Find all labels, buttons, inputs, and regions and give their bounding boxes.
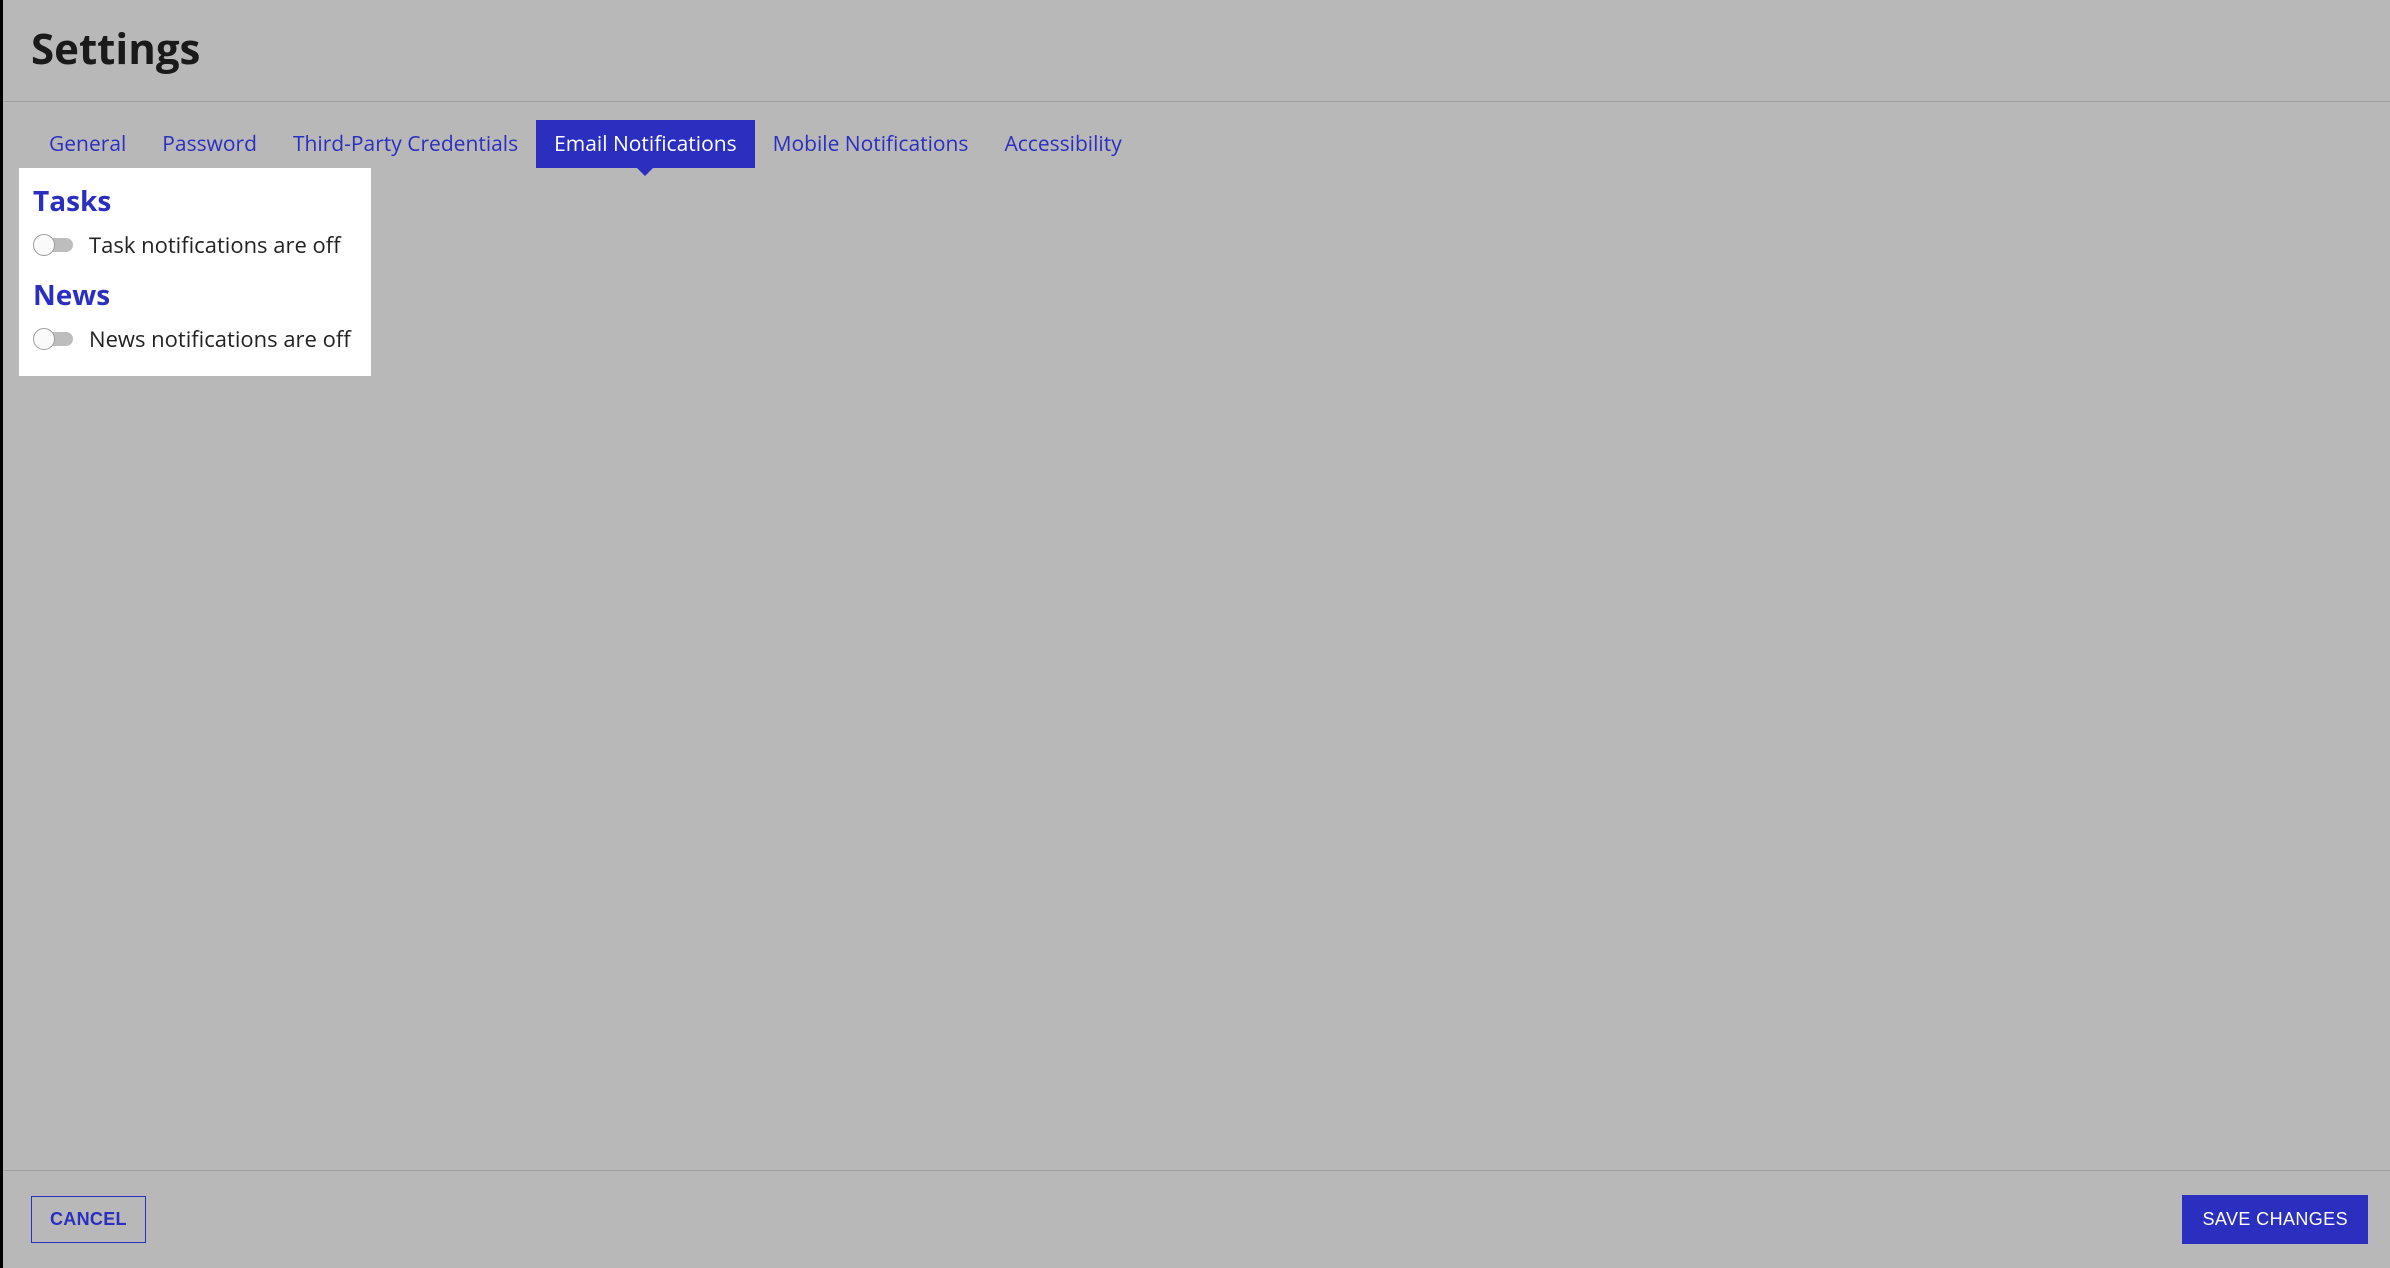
tasks-toggle-label: Task notifications are off <box>89 230 341 260</box>
tab-general[interactable]: General <box>31 120 144 168</box>
notifications-panel: Tasks Task notifications are off News <box>19 168 371 376</box>
section-heading-news: News <box>33 276 351 314</box>
footer-bar: CANCEL SAVE CHANGES <box>3 1170 2390 1268</box>
tab-accessibility[interactable]: Accessibility <box>986 120 1139 168</box>
toggle-row-tasks: Task notifications are off <box>33 230 351 260</box>
section-tasks: Tasks Task notifications are off <box>33 182 351 260</box>
news-toggle[interactable] <box>33 328 77 350</box>
settings-page: Settings General Password Third-Party Cr… <box>0 0 2390 1268</box>
section-news: News News notifications are off <box>33 276 351 354</box>
tab-third-party-credentials[interactable]: Third-Party Credentials <box>275 120 536 168</box>
toggle-row-news: News notifications are off <box>33 324 351 354</box>
toggle-knob-icon <box>33 328 55 350</box>
save-changes-button[interactable]: SAVE CHANGES <box>2182 1195 2368 1244</box>
toggle-knob-icon <box>33 234 55 256</box>
page-title: Settings <box>31 20 2362 77</box>
tab-email-notifications[interactable]: Email Notifications <box>536 120 754 168</box>
tasks-toggle[interactable] <box>33 234 77 256</box>
tabs-bar: General Password Third-Party Credentials… <box>3 120 2390 168</box>
content-area: Tasks Task notifications are off News <box>3 168 2390 1170</box>
tab-password[interactable]: Password <box>144 120 275 168</box>
news-toggle-label: News notifications are off <box>89 324 351 354</box>
section-heading-tasks: Tasks <box>33 182 351 220</box>
cancel-button[interactable]: CANCEL <box>31 1196 146 1243</box>
tab-mobile-notifications[interactable]: Mobile Notifications <box>755 120 987 168</box>
page-header: Settings <box>3 0 2390 102</box>
